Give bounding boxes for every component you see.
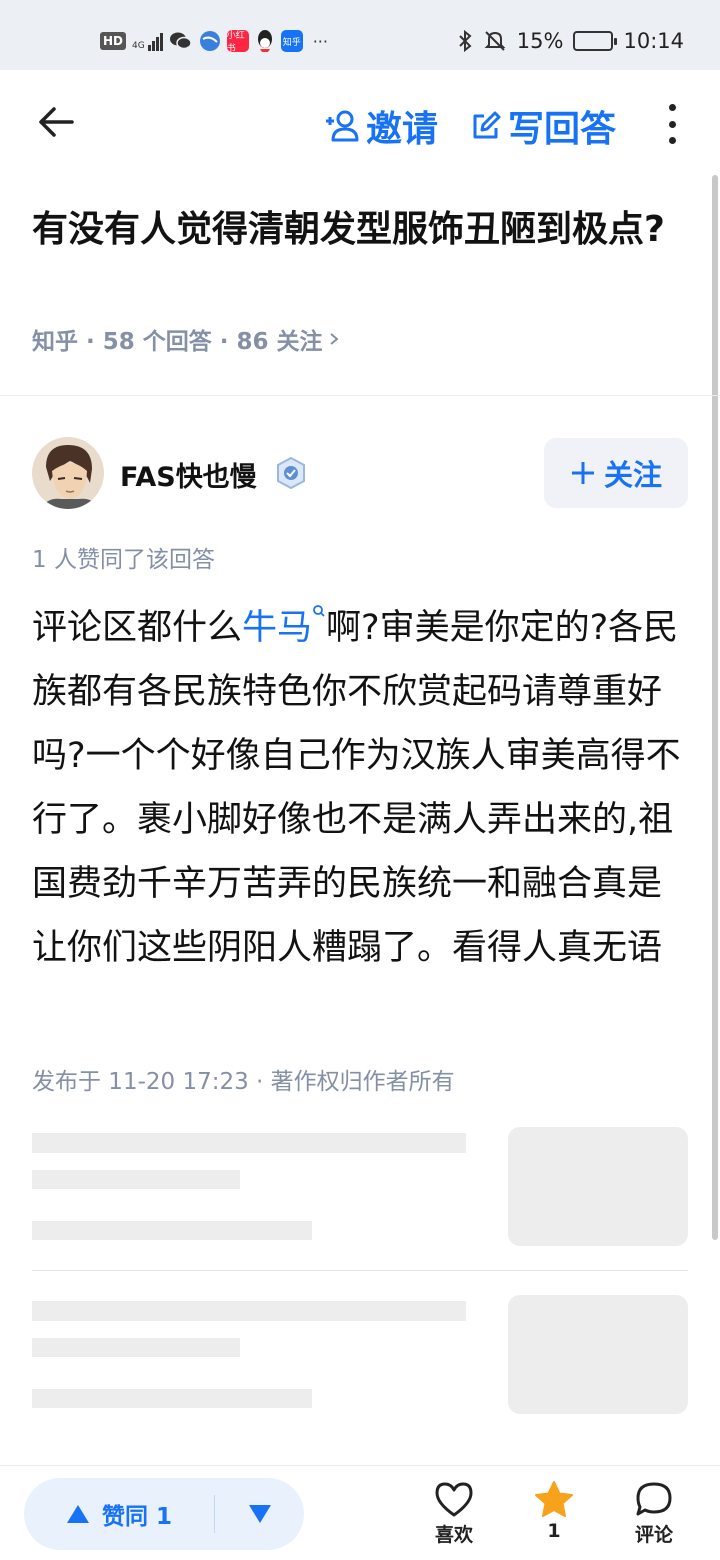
upvote-label: 赞同 1	[102, 1504, 173, 1530]
skeleton-line	[32, 1221, 312, 1240]
plus-icon	[571, 462, 594, 484]
chevron-right-icon	[329, 333, 339, 345]
star-icon	[535, 1481, 573, 1517]
browser-icon	[199, 31, 220, 51]
like-button[interactable]: 喜欢	[424, 1480, 484, 1547]
upvote-button[interactable]: 赞同 1	[24, 1478, 214, 1550]
question-meta-text: 知乎 · 58 个回答 · 86 关注	[32, 329, 323, 355]
publish-info: 发布于 11-20 17:23 · 著作权归作者所有	[32, 1069, 455, 1095]
skeleton-line	[32, 1338, 240, 1357]
question-meta[interactable]: 知乎 · 58 个回答 · 86 关注	[32, 322, 341, 356]
author-name[interactable]: FAS快也慢	[120, 455, 257, 494]
more-options-icon[interactable]	[664, 104, 680, 144]
more-notifications: ···	[312, 31, 328, 51]
clock: 10:14	[623, 29, 684, 53]
follow-button[interactable]: 关注	[544, 438, 688, 508]
verified-badge-icon	[277, 456, 305, 490]
avatar[interactable]	[32, 437, 104, 509]
signal-icon: 4G	[132, 31, 163, 51]
comment-button[interactable]: 评论	[624, 1480, 684, 1547]
skeleton-line	[32, 1170, 240, 1189]
content-text-start: 评论区都什么	[32, 608, 243, 648]
follow-label: 关注	[603, 458, 662, 492]
content-link[interactable]: 牛马	[242, 608, 312, 648]
write-answer-label: 写回答	[508, 109, 617, 150]
battery-percent: 15%	[516, 29, 564, 53]
write-answer-button[interactable]: 写回答	[470, 100, 616, 152]
vote-pill: 赞同 1	[24, 1478, 304, 1550]
edit-icon	[473, 111, 501, 139]
bottom-action-bar: 赞同 1 喜欢 1 评论	[0, 1465, 720, 1560]
battery-icon	[573, 31, 618, 51]
vote-count-note: 1 人赞同了该回答	[32, 547, 215, 573]
skeleton-line	[32, 1133, 466, 1153]
comment-icon	[636, 1482, 672, 1516]
search-link-icon[interactable]	[312, 604, 326, 618]
answer-content: 评论区都什么牛马 啊?审美是你定的?各民族都有各民族特色你不欣赏起码请尊重好吗?一…	[32, 596, 688, 980]
avatar-image	[32, 437, 104, 509]
skeleton-line	[32, 1301, 466, 1321]
question-title[interactable]: 有没有人觉得清朝发型服饰丑陋到极点?	[32, 205, 672, 255]
scrollbar[interactable]	[712, 175, 718, 1240]
top-nav: 邀请 写回答	[0, 70, 720, 174]
network-type: 4G	[132, 41, 145, 51]
zhihu-app-icon: 知乎	[280, 30, 303, 52]
skeleton-divider	[32, 1270, 688, 1271]
triangle-down-icon	[248, 1505, 271, 1523]
invite-label: 邀请	[366, 109, 439, 150]
back-arrow-icon[interactable]	[36, 104, 76, 140]
invite-user-icon	[326, 110, 359, 142]
favorite-button[interactable]: 1	[524, 1480, 584, 1542]
favorite-count: 1	[547, 1520, 561, 1542]
xiaohongshu-app-icon: 小红书	[226, 30, 249, 54]
mute-icon	[484, 31, 506, 51]
wechat-icon	[169, 32, 192, 50]
triangle-up-icon	[67, 1505, 89, 1523]
divider	[0, 395, 720, 396]
skeleton-image	[508, 1127, 688, 1246]
skeleton-line	[32, 1389, 312, 1408]
status-bar: HD 4G 小红书 知乎 ··· 15% 10:14	[0, 0, 720, 70]
heart-icon	[435, 1482, 473, 1517]
hd-indicator: HD	[100, 32, 127, 50]
like-label: 喜欢	[434, 1524, 473, 1546]
bluetooth-icon	[459, 29, 472, 53]
invite-button[interactable]: 邀请	[324, 100, 438, 152]
comment-label: 评论	[634, 1524, 673, 1546]
skeleton-image	[508, 1295, 688, 1414]
status-bar-right: 15% 10:14	[457, 26, 684, 56]
status-bar-left: HD 4G 小红书 知乎 ···	[100, 26, 328, 56]
content-text-rest: 啊?审美是你定的?各民族都有各民族特色你不欣赏起码请尊重好吗?一个个好像自己作为…	[32, 608, 681, 968]
qq-icon	[257, 30, 272, 52]
downvote-button[interactable]	[215, 1478, 304, 1550]
